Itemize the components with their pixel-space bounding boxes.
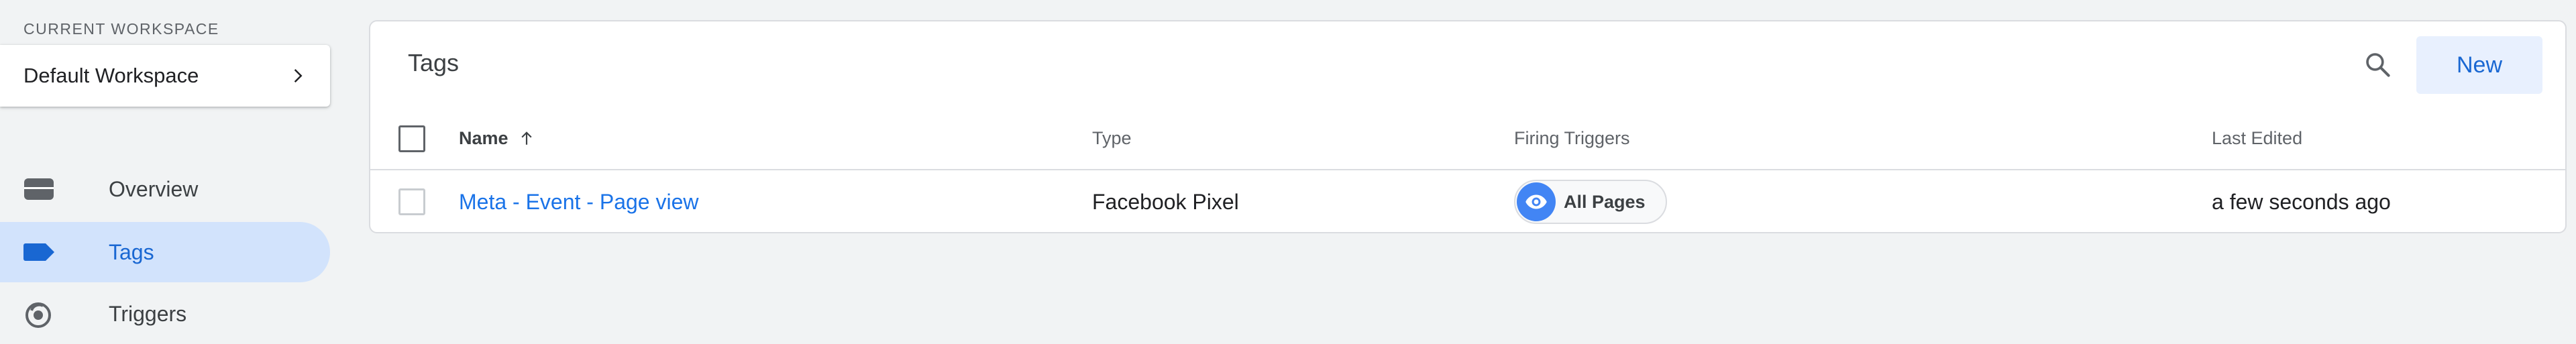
sidebar-item-tags[interactable]: Tags: [0, 222, 330, 282]
column-header-name[interactable]: Name: [459, 107, 535, 169]
sidebar-item-label: Overview: [109, 176, 199, 201]
select-all-checkbox[interactable]: [398, 125, 425, 152]
sidebar-item-overview[interactable]: Overview: [0, 159, 330, 219]
tag-icon: [23, 239, 57, 266]
column-header-last-edited[interactable]: Last Edited: [2212, 107, 2302, 169]
workspace-selector[interactable]: Default Workspace: [0, 45, 330, 107]
overview-icon: [23, 176, 57, 203]
last-edited: a few seconds ago: [2212, 189, 2391, 214]
trigger-chip[interactable]: All Pages: [1514, 180, 1667, 224]
row-checkbox[interactable]: [398, 188, 425, 215]
chevron-right-icon: [287, 66, 307, 86]
tag-name-link[interactable]: Meta - Event - Page view: [459, 190, 698, 215]
column-header-type[interactable]: Type: [1092, 107, 1132, 169]
page-title: Tags: [408, 49, 460, 76]
sidebar: CURRENT WORKSPACE Default Workspace Over…: [0, 0, 335, 340]
workspace-name: Default Workspace: [23, 64, 199, 87]
tag-type: Facebook Pixel: [1092, 189, 1239, 214]
table-header: Name Type Firing Triggers Last Edited: [370, 107, 2565, 170]
sidebar-item-label: Triggers: [109, 301, 187, 326]
new-button[interactable]: New: [2416, 36, 2542, 94]
trigger-chip-label: All Pages: [1564, 191, 1646, 212]
column-header-firing-triggers[interactable]: Firing Triggers: [1514, 107, 1630, 169]
eye-icon: [1517, 182, 1556, 221]
sidebar-item-label: Tags: [109, 239, 154, 264]
tags-card: Tags New Name Type Firing Triggers Last …: [369, 20, 2567, 233]
workspace-label: CURRENT WORKSPACE: [23, 20, 219, 38]
triggers-icon: [23, 300, 57, 328]
search-icon: [2363, 50, 2393, 83]
search-button[interactable]: [2355, 43, 2402, 90]
table-row: Meta - Event - Page view Facebook Pixel …: [370, 170, 2565, 233]
sort-arrow-up-icon: [518, 129, 535, 148]
sidebar-item-triggers[interactable]: Triggers: [0, 284, 330, 344]
